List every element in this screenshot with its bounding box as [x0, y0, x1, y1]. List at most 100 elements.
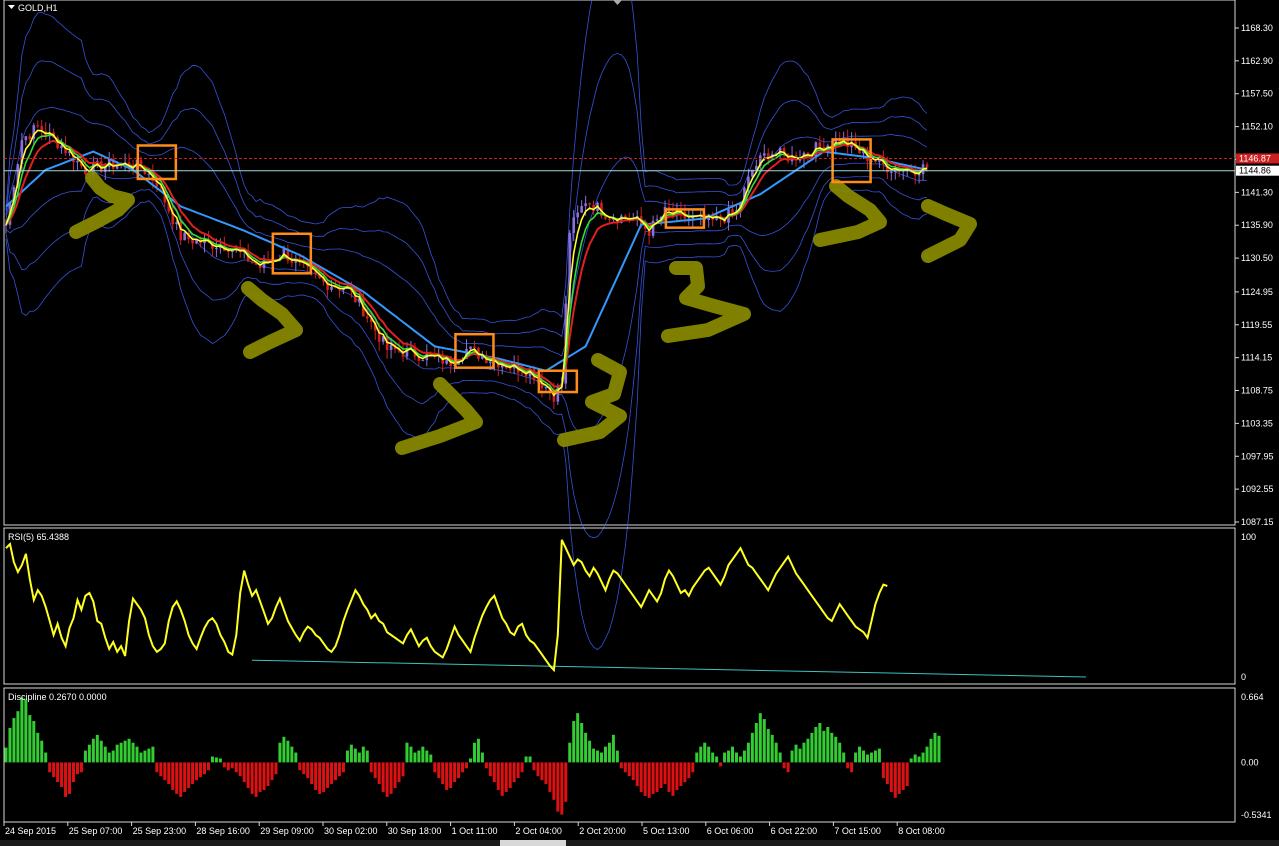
discipline-bar-down [377, 762, 381, 785]
discipline-bar-down [270, 762, 274, 781]
discipline-bar-up [139, 752, 143, 763]
discipline-bar-up [290, 746, 294, 763]
discipline-bar-down [631, 762, 635, 781]
price-tick-label: 1108.75 [1241, 386, 1273, 396]
discipline-bar-down [445, 762, 449, 790]
discipline-bar-up [405, 742, 409, 763]
discipline-bar-down [560, 762, 564, 815]
discipline-bar-down [64, 762, 68, 797]
tab-active[interactable] [500, 840, 566, 846]
discipline-bar-down [159, 762, 163, 777]
candle-body [215, 248, 218, 250]
discipline-tick-label: 0.00 [1241, 757, 1259, 767]
time-tick-label: 30 Sep 02:00 [324, 826, 378, 836]
candle-body [469, 346, 472, 349]
discipline-bar-down [437, 762, 441, 779]
discipline-bar-down [167, 762, 171, 785]
discipline-bar-up [576, 713, 580, 763]
discipline-bar-up [218, 758, 222, 763]
discipline-bar-down [719, 762, 723, 767]
discipline-bar-down [488, 762, 492, 777]
discipline-bar-down [318, 762, 322, 794]
discipline-bar-down [691, 762, 695, 773]
discipline-title: Discipline 0.2670 0.0000 [8, 692, 107, 702]
candle-body [183, 232, 186, 241]
price-tick-label: 1130.50 [1241, 253, 1273, 263]
discipline-bar-down [191, 762, 195, 785]
discipline-bar-down [155, 762, 159, 773]
discipline-bar-down [850, 762, 854, 773]
chart-window: 1168.301162.901157.501152.101146.701141.… [0, 0, 1279, 846]
candle-body [76, 160, 79, 163]
discipline-bar-down [206, 762, 210, 771]
discipline-bar-up [417, 750, 421, 763]
discipline-bar-down [540, 762, 544, 781]
candle-body [36, 125, 40, 127]
discipline-bar-up [727, 750, 731, 763]
price-tick-label: 1092.55 [1241, 484, 1274, 494]
discipline-bar-up [365, 750, 369, 763]
discipline-bar-down [179, 762, 183, 797]
discipline-bar-up [937, 735, 941, 763]
discipline-bar-up [699, 746, 703, 763]
candle-body [655, 219, 659, 221]
discipline-bar-down [512, 762, 516, 783]
discipline-bar-down [274, 762, 278, 775]
candle-body [925, 164, 929, 168]
discipline-bar-down [381, 762, 385, 792]
discipline-bar-up [107, 752, 111, 763]
candle-body [250, 261, 254, 263]
discipline-bar-up [806, 738, 810, 763]
discipline-bar-down [334, 762, 338, 781]
discipline-bar-down [187, 762, 191, 789]
discipline-bar-up [286, 740, 290, 763]
discipline-bar-down [643, 762, 647, 796]
discipline-bar-up [695, 752, 699, 763]
discipline-bar-up [592, 748, 596, 763]
candle-body [28, 136, 32, 139]
discipline-bar-up [742, 750, 746, 763]
discipline-bar-down [330, 762, 334, 785]
discipline-bar-up [921, 752, 925, 763]
discipline-bar-down [433, 762, 437, 773]
candle-body [584, 203, 587, 207]
discipline-bar-up [723, 752, 727, 763]
discipline-bar-down [56, 762, 60, 783]
discipline-bar-down [786, 762, 790, 773]
discipline-bar-down [322, 762, 326, 792]
discipline-bar-up [909, 758, 913, 763]
discipline-bar-down [544, 762, 548, 785]
discipline-bar-up [524, 756, 528, 763]
discipline-bar-up [476, 738, 480, 763]
discipline-bar-down [504, 762, 508, 792]
discipline-bar-up [111, 750, 115, 763]
discipline-bar-down [298, 762, 302, 771]
discipline-bar-down [163, 762, 167, 781]
discipline-bar-up [862, 750, 866, 763]
discipline-bar-down [48, 762, 52, 773]
time-tick-label: 24 Sep 2015 [5, 826, 56, 836]
discipline-bar-up [4, 747, 8, 763]
discipline-bar-down [449, 762, 453, 789]
discipline-bar-down [453, 762, 457, 783]
discipline-bar-down [250, 762, 254, 794]
discipline-bar-up [123, 740, 127, 763]
discipline-bar-down [246, 762, 250, 789]
discipline-bar-up [917, 756, 921, 763]
discipline-bar-up [353, 748, 357, 763]
discipline-bar-up [572, 721, 576, 763]
discipline-bar-down [171, 762, 175, 790]
discipline-bar-up [842, 752, 846, 763]
discipline-bar-down [782, 762, 786, 769]
discipline-bar-up [774, 742, 778, 763]
discipline-bar-up [40, 740, 44, 763]
discipline-bar-down [258, 762, 262, 792]
discipline-bar-up [603, 746, 607, 763]
discipline-bar-up [83, 750, 87, 763]
discipline-bar-down [564, 762, 568, 802]
discipline-bar-up [611, 734, 615, 763]
discipline-bar-down [310, 762, 314, 785]
price-tick-label: 1162.90 [1241, 56, 1273, 66]
discipline-bar-up [810, 732, 814, 763]
discipline-bar-up [588, 740, 592, 763]
